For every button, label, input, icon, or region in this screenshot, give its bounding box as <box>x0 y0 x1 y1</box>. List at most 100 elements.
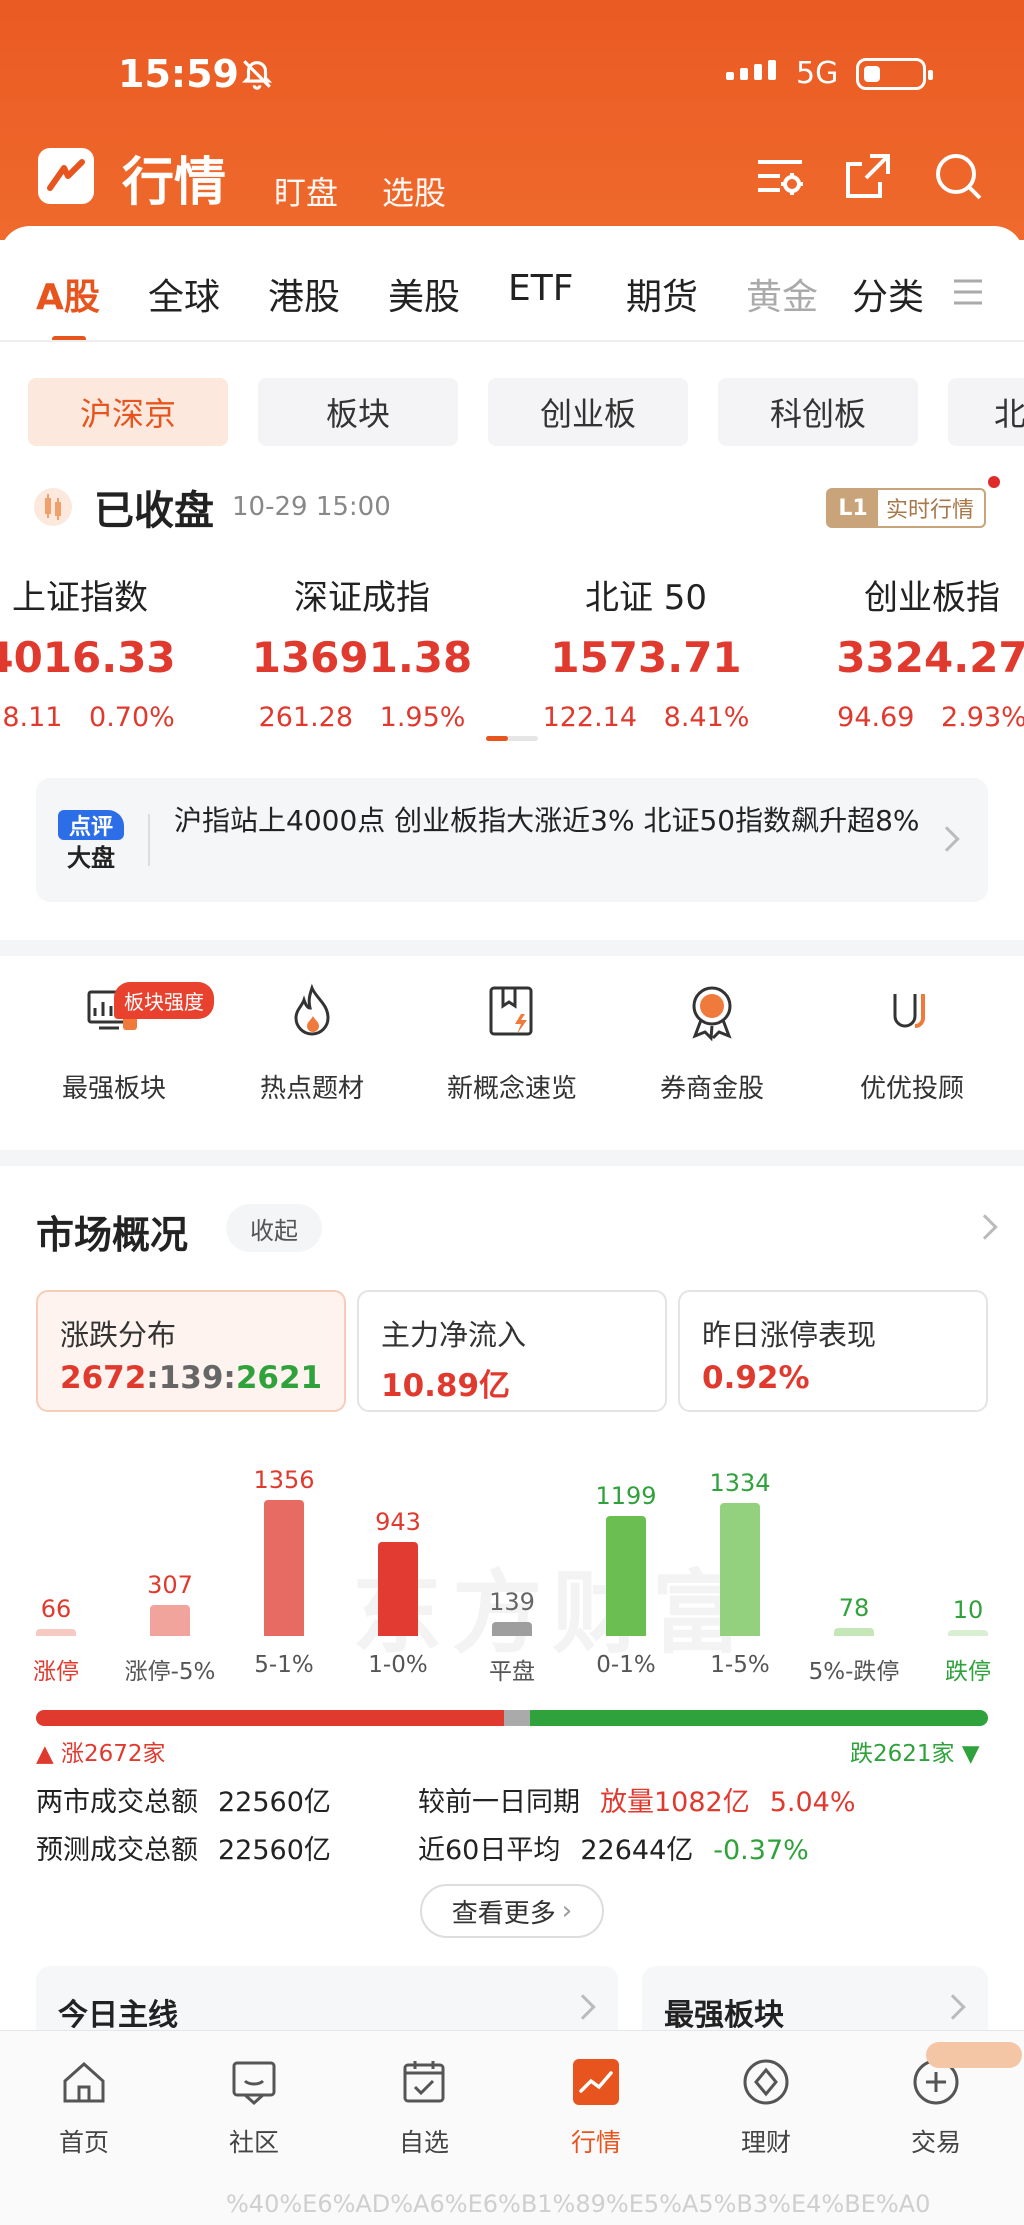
tab-wealth[interactable]: 理财 <box>696 2041 836 2159</box>
status-time: 15:59 <box>118 52 239 96</box>
chip-chinext[interactable]: 创业板 <box>488 378 688 446</box>
bell-off-icon <box>241 60 273 90</box>
chart-bar <box>606 1516 646 1636</box>
index-card[interactable]: 深证成指 13691.38 261.28 1.95% <box>242 570 482 733</box>
tab-home[interactable]: 首页 <box>14 2041 154 2159</box>
tab-watch[interactable]: 盯盘 <box>274 168 338 214</box>
index-card[interactable]: 上证指数 4016.33 28.11 0.70% <box>0 570 200 733</box>
menu-icon[interactable] <box>952 278 984 306</box>
battery-icon <box>856 58 933 90</box>
collapse-button[interactable]: 收起 <box>226 1204 322 1252</box>
view-more-button[interactable]: 查看更多 › <box>420 1884 604 1938</box>
tab-stock-picker[interactable]: 选股 <box>382 168 446 214</box>
breadth-ratio-bar <box>36 1710 988 1726</box>
index-value: 4016.33 <box>0 633 176 682</box>
chart-bar-value: 78 <box>838 1594 870 1623</box>
index-name: 北证 50 <box>584 578 708 618</box>
chart-bar <box>378 1541 418 1636</box>
search-icon[interactable] <box>930 148 986 204</box>
arrow-up-icon: ▲ <box>36 1741 61 1767</box>
section-gap <box>0 940 1024 956</box>
section-title: 市场概况 <box>36 1213 189 1257</box>
chart-bar <box>150 1605 190 1636</box>
stat-60day-average: 近60日平均 22644亿 -0.37% <box>418 1835 809 1866</box>
index-card[interactable]: 创业板指 3324.27 94.69 2.93% <box>812 570 1024 733</box>
chart-bar-value: 139 <box>489 1588 535 1617</box>
floating-badge[interactable] <box>926 2042 1022 2068</box>
chat-icon <box>232 2061 276 2106</box>
index-change: 94.69 2.93% <box>837 702 1024 733</box>
chart-category-label: 平盘 <box>489 1659 535 1685</box>
chip-beijing[interactable]: 北 <box>948 378 1024 446</box>
quick-link-broker-gold-stocks[interactable]: 券商金股 <box>612 980 812 1105</box>
uu-logo-icon <box>893 994 925 1028</box>
card-main-inflow[interactable]: 主力净流入 10.89亿 <box>357 1290 667 1412</box>
chart-bar-value: 943 <box>375 1507 421 1536</box>
page-title: 行情 <box>122 153 227 213</box>
tab-community[interactable]: 社区 <box>184 2041 324 2159</box>
realtime-badge[interactable]: L1 实时行情 <box>826 488 986 528</box>
index-value: 1573.71 <box>550 633 742 682</box>
chart-bar-value: 10 <box>952 1596 984 1624</box>
chevron-right-icon <box>934 826 960 852</box>
tab-etf[interactable]: ETF <box>508 268 573 309</box>
stat-vs-previous: 较前一日同期 放量1082亿 5.04% <box>418 1787 856 1818</box>
tab-category[interactable]: 分类 <box>852 268 924 320</box>
share-icon[interactable] <box>840 148 896 204</box>
calendar-check-icon <box>403 2061 445 2103</box>
chart-category-label: 5%-跌停 <box>808 1659 900 1685</box>
quick-link-hot-topics[interactable]: 热点题材 <box>212 980 412 1105</box>
chart-bar <box>720 1502 760 1636</box>
market-tabs: A股 全球 港股 美股 ETF 期货 黄金 分类 <box>0 268 1024 340</box>
index-name: 上证指数 <box>12 578 148 618</box>
quick-link-youyou-advisor[interactable]: 优优投顾 <box>812 980 1012 1105</box>
section-gap <box>0 1150 1024 1166</box>
index-card[interactable]: 北证 50 1573.71 122.14 8.41% <box>526 570 766 733</box>
chart-bar <box>948 1630 988 1636</box>
chart-category-label: 5-1% <box>254 1652 314 1678</box>
card-breadth[interactable]: 涨跌分布 2672:139:2621 <box>36 1290 346 1412</box>
chart-category-label: 1-5% <box>710 1652 770 1678</box>
session-time: 10-29 15:00 <box>232 492 391 522</box>
chip-hushenjing[interactable]: 沪深京 <box>28 378 228 446</box>
chart-bar-value: 307 <box>147 1571 193 1600</box>
index-change: 28.11 0.70% <box>0 702 175 733</box>
down-count: 跌2621家 ▼ <box>850 1741 980 1767</box>
tab-watchlist[interactable]: 自选 <box>354 2041 494 2159</box>
candlestick-icon <box>34 488 72 526</box>
index-name: 创业板指 <box>864 578 1000 618</box>
card-limit-up-performance[interactable]: 昨日涨停表现 0.92% <box>678 1290 988 1412</box>
tab-a-shares[interactable]: A股 <box>36 268 100 320</box>
market-comment[interactable]: 点评 大盘 沪指站上4000点 创业板指大涨近3% 北证50指数飙升超8% <box>36 778 988 902</box>
chart-category-label: 涨停 <box>33 1659 79 1685</box>
network-label: 5G <box>796 56 839 91</box>
chip-sector[interactable]: 板块 <box>258 378 458 446</box>
chip-star-market[interactable]: 科创板 <box>718 378 918 446</box>
index-name: 深证成指 <box>294 578 430 618</box>
signal-icon <box>726 60 776 80</box>
quick-link-new-concepts[interactable]: 新概念速览 <box>412 980 612 1105</box>
settings-list-icon[interactable] <box>752 148 808 204</box>
chart-bar <box>492 1622 532 1636</box>
chevron-right-icon <box>940 1994 966 2020</box>
tab-global[interactable]: 全球 <box>148 268 220 320</box>
chart-bar-value: 1334 <box>709 1468 771 1497</box>
chevron-right-icon: › <box>561 1896 573 1926</box>
index-pager <box>486 736 538 741</box>
home-icon <box>63 2061 105 2103</box>
level-badge: L1 <box>828 490 878 526</box>
gold-stock-medal-icon <box>692 986 732 1042</box>
session-state: 已收盘 <box>94 488 214 534</box>
tab-us[interactable]: 美股 <box>388 268 460 320</box>
tab-market[interactable]: 行情 <box>526 2041 666 2159</box>
bookmark-bolt-icon <box>489 986 533 1036</box>
tab-gold[interactable]: 黄金 <box>746 268 818 320</box>
chart-bar <box>36 1629 76 1636</box>
divider <box>0 340 1024 342</box>
flame-icon <box>294 983 330 1036</box>
chart-bar-value: 66 <box>40 1595 72 1624</box>
chart-category-label: 0-1% <box>596 1652 656 1678</box>
tab-futures[interactable]: 期货 <box>626 268 698 320</box>
tab-hk[interactable]: 港股 <box>268 268 340 320</box>
chart-bar-value: 1356 <box>253 1466 315 1495</box>
